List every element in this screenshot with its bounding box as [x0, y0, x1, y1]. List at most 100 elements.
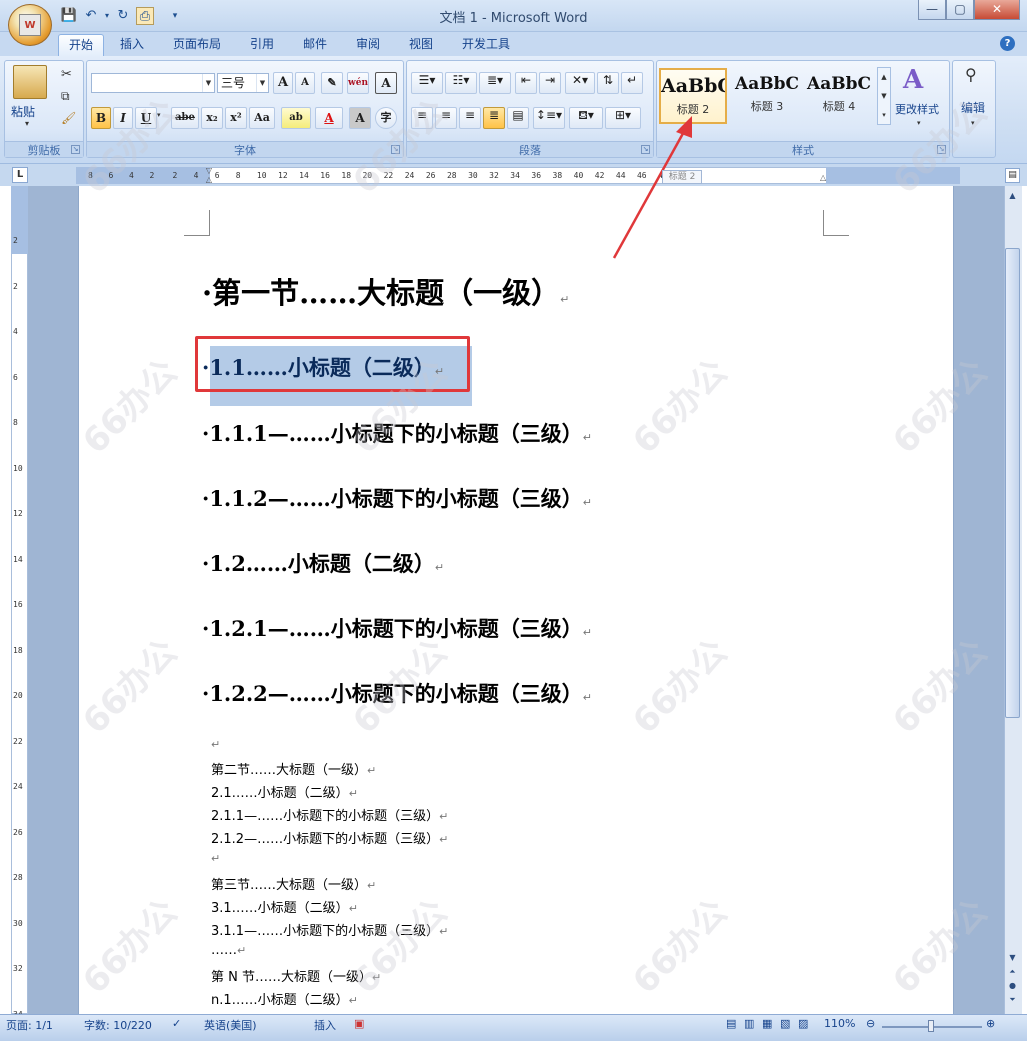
clear-formatting-icon[interactable]: ✎: [321, 72, 343, 94]
tab-mailings[interactable]: 邮件: [293, 34, 337, 56]
justify-button[interactable]: ≣: [483, 107, 505, 129]
scroll-down-icon[interactable]: ▼: [881, 92, 886, 100]
language-status[interactable]: 英语(美国): [204, 1017, 257, 1033]
bold-button[interactable]: B: [91, 107, 111, 129]
outline-view-icon[interactable]: ▧: [780, 1017, 790, 1030]
clipboard-launcher-icon[interactable]: ↘: [71, 145, 80, 154]
shading-button[interactable]: ⛾▾: [569, 107, 603, 129]
close-button[interactable]: ✕: [974, 0, 1020, 20]
character-border-button[interactable]: A: [375, 72, 397, 94]
align-center-button[interactable]: ≡: [435, 107, 457, 129]
scrollbar-thumb[interactable]: [1005, 248, 1020, 718]
zoom-level[interactable]: 110%: [824, 1017, 855, 1030]
gallery-more-icon[interactable]: ▾: [882, 111, 886, 119]
style-gallery-scroll[interactable]: ▲ ▼ ▾: [877, 67, 891, 125]
format-painter-icon[interactable]: 🖌: [61, 111, 76, 125]
heading-3[interactable]: ·1.1.2—……小标题下的小标题（三级）↵: [202, 483, 592, 513]
insert-mode[interactable]: 插入: [314, 1017, 336, 1033]
character-shading-button[interactable]: A: [349, 107, 371, 129]
change-case-button[interactable]: Aa: [249, 107, 275, 129]
view-ruler-icon[interactable]: ▤: [1005, 168, 1020, 183]
italic-button[interactable]: I: [113, 107, 133, 129]
phonetic-guide-button[interactable]: wén: [347, 72, 369, 94]
browse-object-icon[interactable]: ●: [1005, 978, 1020, 993]
web-view-icon[interactable]: ▦: [762, 1017, 772, 1030]
minimize-button[interactable]: —: [918, 0, 946, 20]
tab-view[interactable]: 视图: [399, 34, 443, 56]
tab-developer[interactable]: 开发工具: [452, 34, 520, 56]
sort-button[interactable]: ⇅: [597, 72, 619, 94]
zoom-in-icon[interactable]: ⊕: [986, 1017, 995, 1030]
previous-page-icon[interactable]: ⏶: [1005, 964, 1020, 979]
font-size-combo[interactable]: 三号 ▼: [217, 73, 269, 93]
heading-3[interactable]: ·1.2.1—……小标题下的小标题（三级）↵: [202, 613, 592, 643]
indent-marker-icon[interactable]: ▽ △: [204, 166, 214, 185]
next-page-icon[interactable]: ⏷: [1005, 992, 1020, 1007]
enclose-characters-button[interactable]: 字: [375, 107, 397, 129]
grow-font-button[interactable]: A: [273, 72, 293, 94]
paste-button[interactable]: 粘贴: [11, 103, 35, 120]
editing-dropdown-icon[interactable]: ▾: [971, 119, 975, 127]
scroll-up-icon[interactable]: ▲: [1005, 188, 1020, 203]
proofing-icon[interactable]: ✓: [172, 1017, 181, 1030]
heading-1[interactable]: ·第一节……大标题（一级）↵: [202, 270, 569, 312]
bullets-button[interactable]: ☰▾: [411, 72, 443, 94]
help-icon[interactable]: ?: [1000, 36, 1015, 51]
zoom-out-icon[interactable]: ⊖: [866, 1017, 875, 1030]
style-heading-4[interactable]: AaBbC 标题 4: [805, 68, 873, 124]
tab-insert[interactable]: 插入: [110, 34, 154, 56]
styles-launcher-icon[interactable]: ↘: [937, 145, 946, 154]
align-right-button[interactable]: ≡: [459, 107, 481, 129]
strikethrough-button[interactable]: abe: [171, 107, 199, 129]
copy-icon[interactable]: ⧉: [61, 89, 70, 104]
shrink-font-button[interactable]: A: [295, 72, 315, 94]
tab-home[interactable]: 开始: [58, 34, 105, 56]
numbering-button[interactable]: ☷▾: [445, 72, 477, 94]
underline-button[interactable]: U: [135, 107, 157, 129]
decrease-indent-button[interactable]: ⇤: [515, 72, 537, 94]
distributed-button[interactable]: ▤: [507, 107, 529, 129]
align-left-button[interactable]: ≡: [411, 107, 433, 129]
font-name-combo[interactable]: ▼: [91, 73, 215, 93]
paste-dropdown-icon[interactable]: ▾: [25, 119, 29, 128]
cut-icon[interactable]: ✂: [61, 67, 72, 82]
right-indent-marker-icon[interactable]: △: [820, 173, 826, 182]
word-count[interactable]: 字数: 10/220: [84, 1017, 152, 1033]
subscript-button[interactable]: x₂: [201, 107, 223, 129]
underline-dropdown-icon[interactable]: ▾: [157, 111, 161, 119]
page-count[interactable]: 页面: 1/1: [6, 1017, 53, 1033]
line-spacing-button[interactable]: ↕≡▾: [533, 107, 565, 129]
heading-2-selected[interactable]: ·1.1……小标题（二级）↵: [202, 352, 444, 382]
show-marks-button[interactable]: ↵: [621, 72, 643, 94]
chinese-layout-button[interactable]: ✕▾: [565, 72, 595, 94]
heading-3[interactable]: ·1.2.2—……小标题下的小标题（三级）↵: [202, 678, 592, 708]
font-name-dropdown-icon[interactable]: ▼: [202, 74, 214, 92]
change-styles-button[interactable]: 更改样式: [895, 101, 939, 117]
font-color-button[interactable]: A: [315, 107, 343, 129]
style-heading-3[interactable]: AaBbC 标题 3: [733, 68, 801, 124]
superscript-button[interactable]: x²: [225, 107, 247, 129]
multilevel-list-button[interactable]: ≣▾: [479, 72, 511, 94]
scroll-up-icon[interactable]: ▲: [881, 73, 886, 81]
draft-view-icon[interactable]: ▨: [798, 1017, 808, 1030]
font-launcher-icon[interactable]: ↘: [391, 145, 400, 154]
tab-page-layout[interactable]: 页面布局: [163, 34, 231, 56]
office-button[interactable]: W: [8, 4, 52, 46]
change-styles-icon[interactable]: A: [903, 65, 923, 95]
heading-3[interactable]: ·1.1.1—……小标题下的小标题（三级）↵: [202, 418, 592, 448]
heading-2[interactable]: ·1.2……小标题（二级）↵: [202, 548, 444, 578]
binoculars-icon[interactable]: ⚲: [965, 65, 977, 84]
maximize-button[interactable]: ▢: [946, 0, 974, 20]
tab-references[interactable]: 引用: [240, 34, 284, 56]
highlight-color-button[interactable]: ab: [281, 107, 311, 129]
increase-indent-button[interactable]: ⇥: [539, 72, 561, 94]
editing-button[interactable]: 编辑: [961, 99, 985, 116]
scroll-down-icon[interactable]: ▼: [1005, 950, 1020, 965]
macro-record-icon[interactable]: ▣: [354, 1017, 364, 1030]
change-styles-dropdown-icon[interactable]: ▾: [917, 119, 921, 127]
full-screen-view-icon[interactable]: ▥: [744, 1017, 754, 1030]
font-size-dropdown-icon[interactable]: ▼: [256, 74, 268, 92]
tab-review[interactable]: 审阅: [346, 34, 390, 56]
zoom-slider-thumb[interactable]: [928, 1020, 934, 1032]
print-layout-view-icon[interactable]: ▤: [726, 1017, 736, 1030]
